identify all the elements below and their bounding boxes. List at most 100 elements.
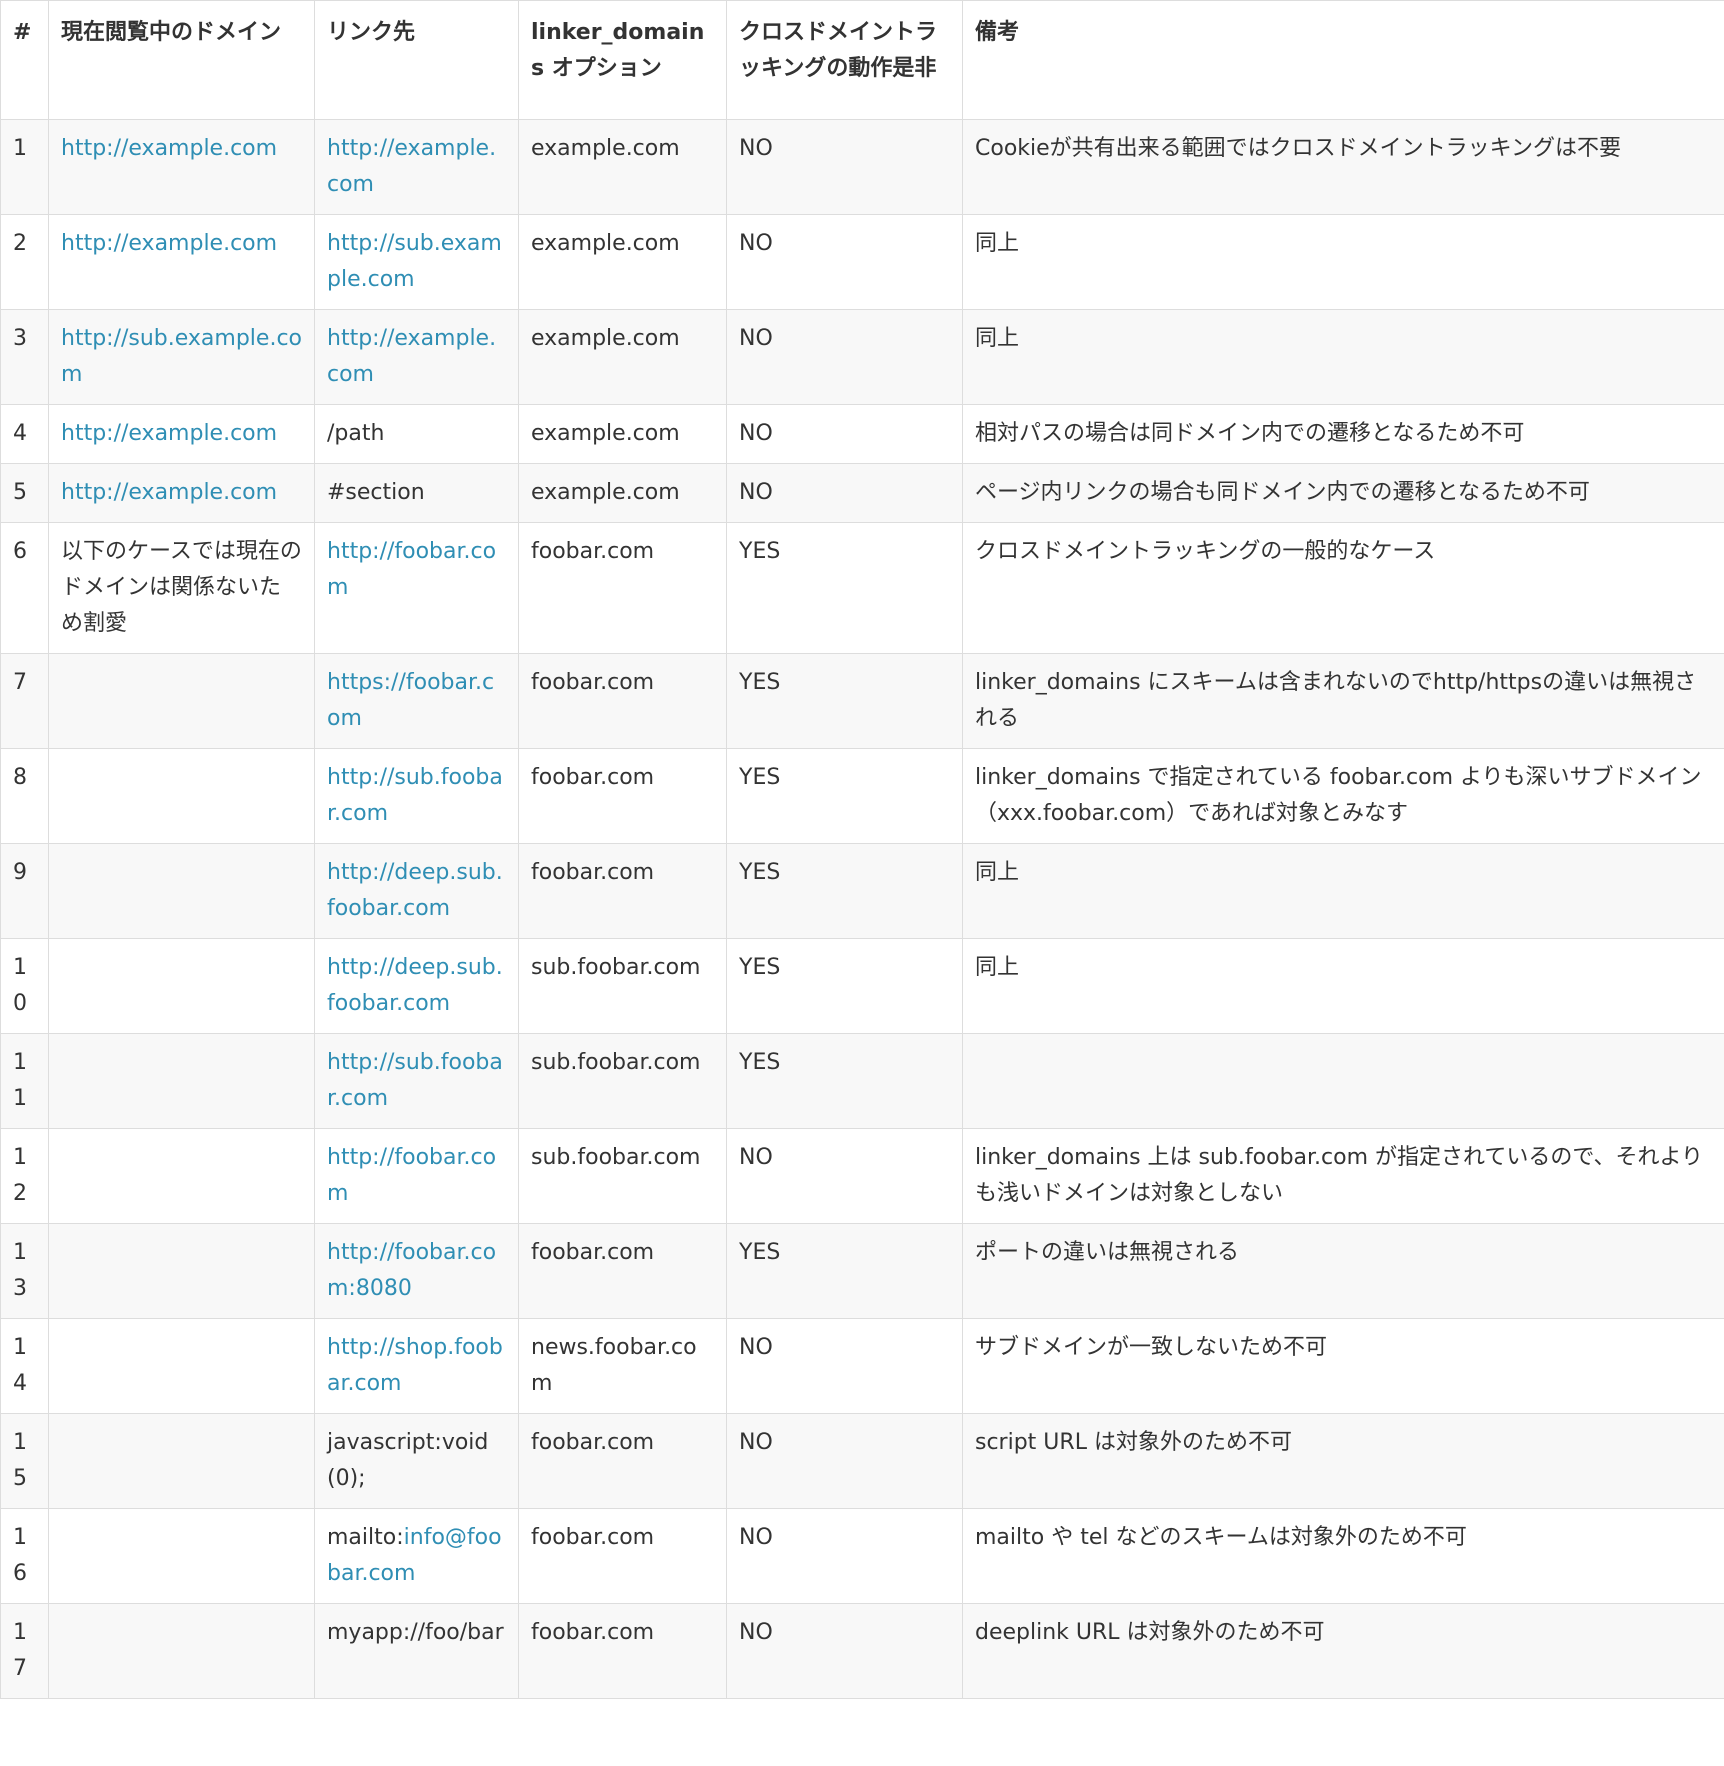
- note-cell: linker_domains 上は sub.foobar.com が指定されてい…: [962, 1128, 1724, 1224]
- row-number-cell: 15: [0, 1413, 49, 1509]
- row-number-cell: 11: [0, 1033, 49, 1129]
- row-number-cell: 16: [0, 1508, 49, 1604]
- current-domain-cell[interactable]: http://sub.example.com: [48, 309, 315, 405]
- link-target-cell[interactable]: http://deep.sub.foobar.com: [314, 843, 519, 939]
- link-target-text: /path: [327, 421, 385, 446]
- tracking-result-cell: NO: [726, 119, 963, 215]
- row-number: 2: [13, 231, 27, 256]
- link-target-text: myapp://foo/bar: [327, 1620, 504, 1645]
- link-target-link[interactable]: http://deep.sub.foobar.com: [327, 860, 503, 921]
- current-domain-link[interactable]: http://example.com: [61, 480, 277, 505]
- link-target-link[interactable]: http://foobar.com: [327, 1145, 496, 1206]
- link-target-cell[interactable]: mailto:info@foobar.com: [314, 1508, 519, 1604]
- row-number: 6: [13, 539, 27, 564]
- row-number: 1: [13, 136, 27, 161]
- table-row: 13 http://foobar.com:8080 foobar.com YES ポート…: [0, 1223, 1724, 1319]
- current-domain-link[interactable]: http://example.com: [61, 421, 277, 446]
- link-target-link[interactable]: http://sub.foobar.com: [327, 765, 503, 826]
- note-cell: ページ内リンクの場合も同ドメイン内での遷移となるため不可: [962, 463, 1724, 523]
- tracking-result: YES: [739, 1050, 781, 1075]
- tracking-result-cell: NO: [726, 1413, 963, 1509]
- linker-domains-value: foobar.com: [531, 765, 655, 790]
- tracking-result: NO: [739, 1145, 773, 1170]
- row-number: 9: [13, 860, 27, 885]
- note-text: linker_domains 上は sub.foobar.com が指定されてい…: [975, 1145, 1704, 1206]
- row-number: 16: [13, 1525, 27, 1586]
- link-target-cell[interactable]: http://sub.foobar.com: [314, 1033, 519, 1129]
- current-domain-cell: [48, 748, 315, 844]
- note-text: linker_domains で指定されている foobar.com よりも深い…: [975, 765, 1702, 826]
- current-domain-cell: [48, 1508, 315, 1604]
- link-target-link[interactable]: http://sub.example.com: [327, 231, 502, 292]
- tracking-result-cell: YES: [726, 748, 963, 844]
- current-domain-link[interactable]: http://example.com: [61, 136, 277, 161]
- row-number: 5: [13, 480, 27, 505]
- row-number: 7: [13, 670, 27, 695]
- link-target-cell[interactable]: http://deep.sub.foobar.com: [314, 938, 519, 1034]
- table-row: 17 myapp://foo/bar foobar.com NO deeplink UR…: [0, 1603, 1724, 1699]
- link-target-cell[interactable]: http://foobar.com:8080: [314, 1223, 519, 1319]
- linker-domains-value: foobar.com: [531, 1620, 655, 1645]
- link-target-link[interactable]: http://example.com: [327, 326, 496, 387]
- header-notes: 備考: [962, 0, 1724, 120]
- linker-domains-value: sub.foobar.com: [531, 955, 701, 980]
- current-domain-cell: [48, 938, 315, 1034]
- linker-domains-cell: foobar.com: [518, 1223, 727, 1319]
- tracking-result: NO: [739, 1525, 773, 1550]
- current-domain-cell[interactable]: http://example.com: [48, 119, 315, 215]
- table-row: 14 http://shop.foobar.com news.foobar.com N…: [0, 1318, 1724, 1414]
- linker-domains-value: sub.foobar.com: [531, 1145, 701, 1170]
- cross-domain-tracking-table: # 現在閲覧中のドメイン リンク先 linker_domains オプション ク…: [0, 0, 1724, 1699]
- linker-domains-value: sub.foobar.com: [531, 1050, 701, 1075]
- header-current-domain: 現在閲覧中のドメイン: [48, 0, 315, 120]
- link-target-link[interactable]: http://foobar.com: [327, 539, 496, 600]
- link-target-link[interactable]: http://sub.foobar.com: [327, 1050, 503, 1111]
- current-domain-link[interactable]: http://example.com: [61, 231, 277, 256]
- link-target-text: javascript:void(0);: [327, 1430, 489, 1491]
- tracking-result-cell: NO: [726, 1128, 963, 1224]
- link-target-cell[interactable]: http://example.com: [314, 119, 519, 215]
- row-number-cell: 17: [0, 1603, 49, 1699]
- link-target-link[interactable]: http://example.com: [327, 136, 496, 197]
- tracking-result: NO: [739, 136, 773, 161]
- link-target-cell[interactable]: https://foobar.com: [314, 653, 519, 749]
- row-number-cell: 3: [0, 309, 49, 405]
- row-number-cell: 9: [0, 843, 49, 939]
- table-row: 1 http://example.com http://example.com exa…: [0, 119, 1724, 215]
- link-target-cell[interactable]: http://example.com: [314, 309, 519, 405]
- current-domain-link[interactable]: http://sub.example.com: [61, 326, 302, 387]
- link-target-cell[interactable]: http://shop.foobar.com: [314, 1318, 519, 1414]
- link-target-link[interactable]: http://foobar.com:8080: [327, 1240, 496, 1301]
- row-number-cell: 13: [0, 1223, 49, 1319]
- link-target-link[interactable]: http://shop.foobar.com: [327, 1335, 503, 1396]
- table-row: 6 以下のケースでは現在のドメインは関係ないため割愛 http://foobar.c…: [0, 522, 1724, 654]
- tracking-result-cell: YES: [726, 522, 963, 654]
- row-number: 13: [13, 1240, 27, 1301]
- link-target-cell[interactable]: http://sub.foobar.com: [314, 748, 519, 844]
- header-tracking-result: クロスドメイントラッキングの動作是非: [726, 0, 963, 120]
- linker-domains-value: foobar.com: [531, 1525, 655, 1550]
- link-target-link[interactable]: https://foobar.com: [327, 670, 494, 731]
- linker-domains-value: example.com: [531, 231, 680, 256]
- linker-domains-value: example.com: [531, 421, 680, 446]
- table-row: 4 http://example.com/path example.com NO 相対パ…: [0, 404, 1724, 464]
- current-domain-cell: [48, 843, 315, 939]
- link-target-cell: #section: [314, 463, 519, 523]
- link-target-cell[interactable]: http://foobar.com: [314, 1128, 519, 1224]
- row-number-cell: 7: [0, 653, 49, 749]
- current-domain-cell: [48, 1603, 315, 1699]
- note-cell: deeplink URL は対象外のため不可: [962, 1603, 1724, 1699]
- current-domain-cell[interactable]: http://example.com: [48, 463, 315, 523]
- link-target-cell[interactable]: http://sub.example.com: [314, 214, 519, 310]
- current-domain-cell[interactable]: http://example.com: [48, 404, 315, 464]
- current-domain-cell: [48, 1128, 315, 1224]
- tracking-result: NO: [739, 1620, 773, 1645]
- note-text: サブドメインが一致しないため不可: [975, 1335, 1328, 1360]
- linker-domains-value: foobar.com: [531, 1240, 655, 1265]
- link-target-cell[interactable]: http://foobar.com: [314, 522, 519, 654]
- current-domain-cell[interactable]: http://example.com: [48, 214, 315, 310]
- note-text: 同上: [975, 955, 1020, 980]
- linker-domains-cell: foobar.com: [518, 522, 727, 654]
- note-cell: 同上: [962, 843, 1724, 939]
- link-target-link[interactable]: http://deep.sub.foobar.com: [327, 955, 503, 1016]
